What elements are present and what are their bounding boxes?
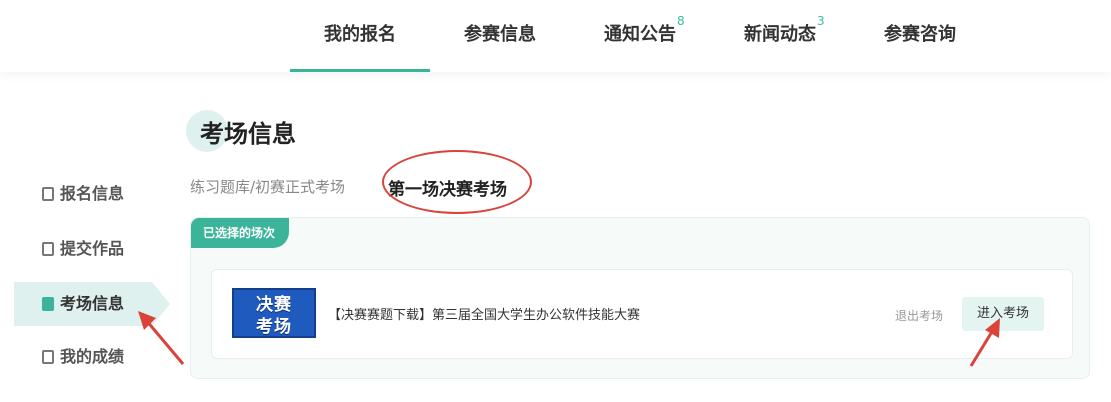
nav-label: 新闻动态 xyxy=(744,24,816,45)
sidebar-active-pointer xyxy=(152,282,170,326)
edit-icon xyxy=(42,187,54,201)
nav-news[interactable]: 新闻动态 3 xyxy=(744,0,825,72)
nav-label: 参赛信息 xyxy=(464,24,536,45)
enter-exam-room-button[interactable]: 进入考场 xyxy=(962,297,1044,331)
notification-count-badge: 8 xyxy=(677,14,685,28)
exam-room-icon xyxy=(42,297,54,311)
sidebar-item-submit-work[interactable]: 提交作品 xyxy=(14,227,152,271)
document-icon xyxy=(42,242,54,256)
nav-label: 我的报名 xyxy=(324,24,396,45)
sidebar-item-label: 我的成绩 xyxy=(60,347,125,366)
nav-my-registration[interactable]: 我的报名 xyxy=(324,0,396,72)
score-icon xyxy=(42,350,54,364)
selected-session-panel: 已选择的场次 决赛 考场 【决赛赛题下载】第三届全国大学生办公软件技能大赛 退出… xyxy=(190,217,1090,379)
sidebar-item-label: 报名信息 xyxy=(60,184,125,203)
sidebar-item-my-scores[interactable]: 我的成绩 xyxy=(14,335,152,379)
session-thumbnail: 决赛 考场 xyxy=(232,288,316,338)
sidebar-item-label: 考场信息 xyxy=(60,294,125,313)
nav-label: 通知公告 xyxy=(604,24,676,45)
nav-label: 参赛咨询 xyxy=(884,24,956,45)
nav-competition-info[interactable]: 参赛信息 xyxy=(464,0,536,72)
exit-exam-room-link[interactable]: 退出考场 xyxy=(895,307,943,324)
news-count-badge: 3 xyxy=(817,14,825,28)
nav-consultation[interactable]: 参赛咨询 xyxy=(884,0,956,72)
sidebar-item-registration-info[interactable]: 报名信息 xyxy=(14,172,152,216)
sidebar-item-label: 提交作品 xyxy=(60,239,125,258)
nav-announcements[interactable]: 通知公告 8 xyxy=(604,0,685,72)
top-navigation: 我的报名 参赛信息 通知公告 8 新闻动态 3 参赛咨询 xyxy=(0,0,1111,72)
session-card: 决赛 考场 【决赛赛题下载】第三届全国大学生办公软件技能大赛 退出考场 进入考场 xyxy=(211,269,1073,359)
sidebar-item-exam-room-info[interactable]: 考场信息 xyxy=(14,282,152,326)
selected-session-tag: 已选择的场次 xyxy=(191,218,290,248)
page-title: 考场信息 xyxy=(200,120,296,148)
highlight-circle-annotation xyxy=(382,150,532,214)
session-title: 【决赛赛题下载】第三届全国大学生办公软件技能大赛 xyxy=(328,308,641,323)
thumbnail-text: 考场 xyxy=(256,317,292,337)
nav-active-indicator xyxy=(290,69,430,72)
tab-practice-preliminary[interactable]: 练习题库/初赛正式考场 xyxy=(190,176,345,197)
